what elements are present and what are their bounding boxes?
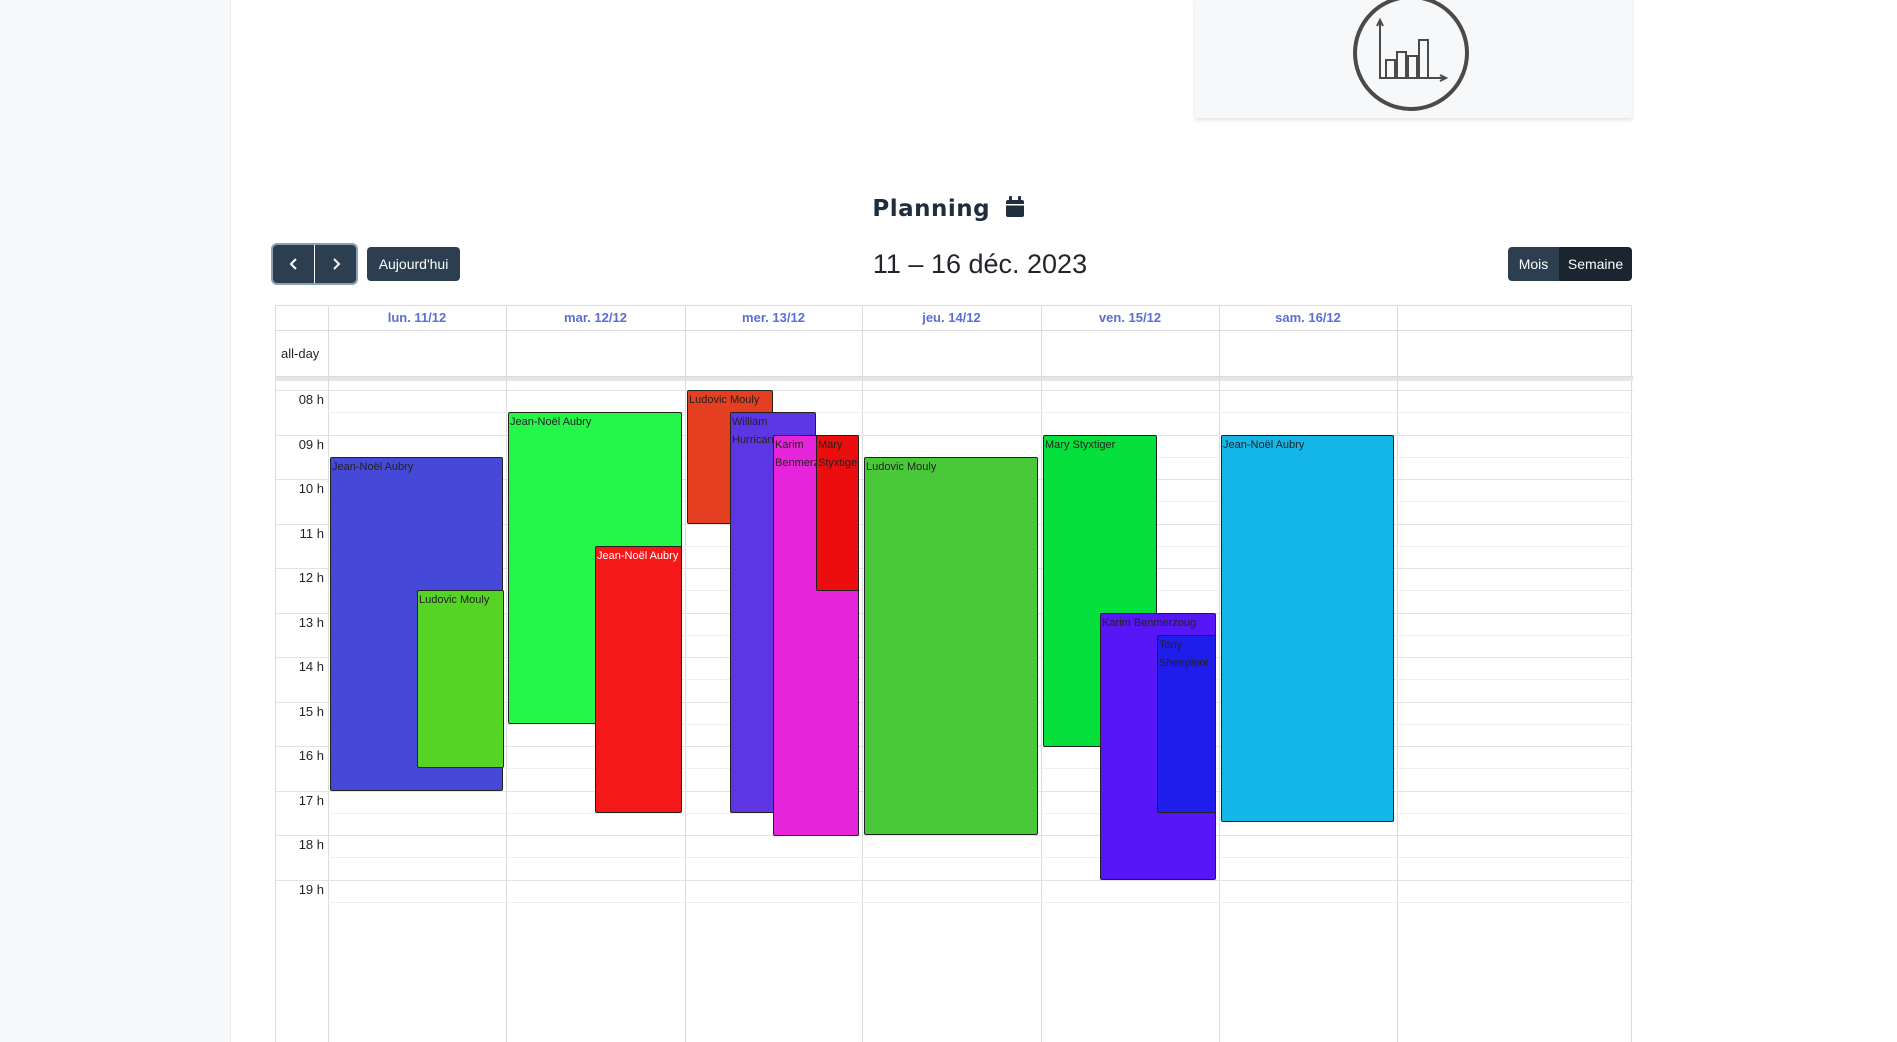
half-hour-line — [328, 902, 1633, 903]
calendar-event[interactable]: Ludovic Mouly — [417, 590, 504, 768]
event-title: Karim Benmerzoug — [1102, 617, 1197, 629]
column-separator — [1397, 305, 1398, 1042]
hour-label: 13 h — [298, 615, 324, 630]
event-title: Jean-Noël Aubry — [510, 416, 592, 428]
hour-label: 16 h — [298, 748, 324, 763]
hour-label: 19 h — [298, 882, 324, 897]
event-title: Jean-Noël Aubry — [1223, 439, 1305, 451]
event-title: Mary Styxtiger — [818, 439, 859, 469]
column-separator — [328, 305, 329, 1042]
day-header[interactable]: jeu. 14/12 — [862, 305, 1041, 331]
hour-line — [275, 880, 1633, 881]
hour-label: 08 h — [298, 392, 324, 407]
event-title: Mary Styxtiger — [1045, 439, 1116, 451]
planning-title-text: Planning — [872, 196, 991, 222]
bar-chart-icon — [1353, 0, 1469, 111]
hour-label: 11 h — [299, 526, 324, 541]
planning-title: Planning — [0, 196, 1897, 224]
hour-label: 12 h — [298, 570, 324, 585]
week-calendar: all-day lun. 11/12 mar. 12/12 mer. 13/12 je… — [275, 305, 1633, 1042]
hour-label: 10 h — [298, 481, 324, 496]
hour-label: 15 h — [298, 704, 324, 719]
hour-label: 14 h — [298, 659, 324, 674]
hour-label: 17 h — [298, 793, 324, 808]
event-title: Jean-Noël Aubry — [332, 461, 414, 473]
view-switcher: Mois Semaine — [1508, 247, 1632, 281]
column-separator — [1041, 305, 1042, 1042]
column-separator — [685, 305, 686, 1042]
hour-line — [275, 390, 1633, 391]
calendar-event[interactable]: Jean-Noël Aubry — [1221, 435, 1394, 822]
hour-label: 18 h — [298, 837, 324, 852]
hour-label: 09 h — [298, 437, 324, 452]
week-view-button[interactable]: Semaine — [1559, 247, 1632, 281]
day-header[interactable]: ven. 15/12 — [1041, 305, 1219, 331]
allday-separator — [275, 376, 1633, 381]
event-title: Ludovic Mouly — [866, 461, 937, 473]
month-view-button[interactable]: Mois — [1508, 247, 1559, 281]
column-separator — [862, 305, 863, 1042]
event-title: Ludovic Mouly — [419, 594, 490, 606]
day-header[interactable]: mer. 13/12 — [685, 305, 862, 331]
allday-label: all-day — [281, 346, 320, 361]
half-hour-line — [328, 857, 1633, 858]
day-header[interactable]: sam. 16/12 — [1219, 305, 1397, 331]
calendar-icon — [1005, 196, 1025, 224]
hour-line — [275, 435, 1633, 436]
stats-card[interactable] — [1195, 0, 1632, 118]
day-header[interactable]: lun. 11/12 — [328, 305, 506, 331]
column-separator — [1219, 305, 1220, 1042]
calendar-event[interactable]: Mary Styxtiger — [816, 435, 859, 591]
calendar-event[interactable]: Jean-Noël Aubry — [595, 546, 682, 813]
calendar-event[interactable]: Tony Sheepleoi — [1157, 635, 1216, 813]
day-header[interactable]: mar. 12/12 — [506, 305, 685, 331]
event-title: Tony Sheepleoi — [1159, 639, 1208, 669]
event-title: Jean-Noël Aubry — [597, 550, 679, 562]
hour-line — [275, 835, 1633, 836]
sidebar — [0, 0, 231, 1042]
event-title: Ludovic Mouly — [689, 394, 760, 406]
column-separator — [506, 305, 507, 1042]
calendar-event[interactable]: Ludovic Mouly — [864, 457, 1038, 835]
